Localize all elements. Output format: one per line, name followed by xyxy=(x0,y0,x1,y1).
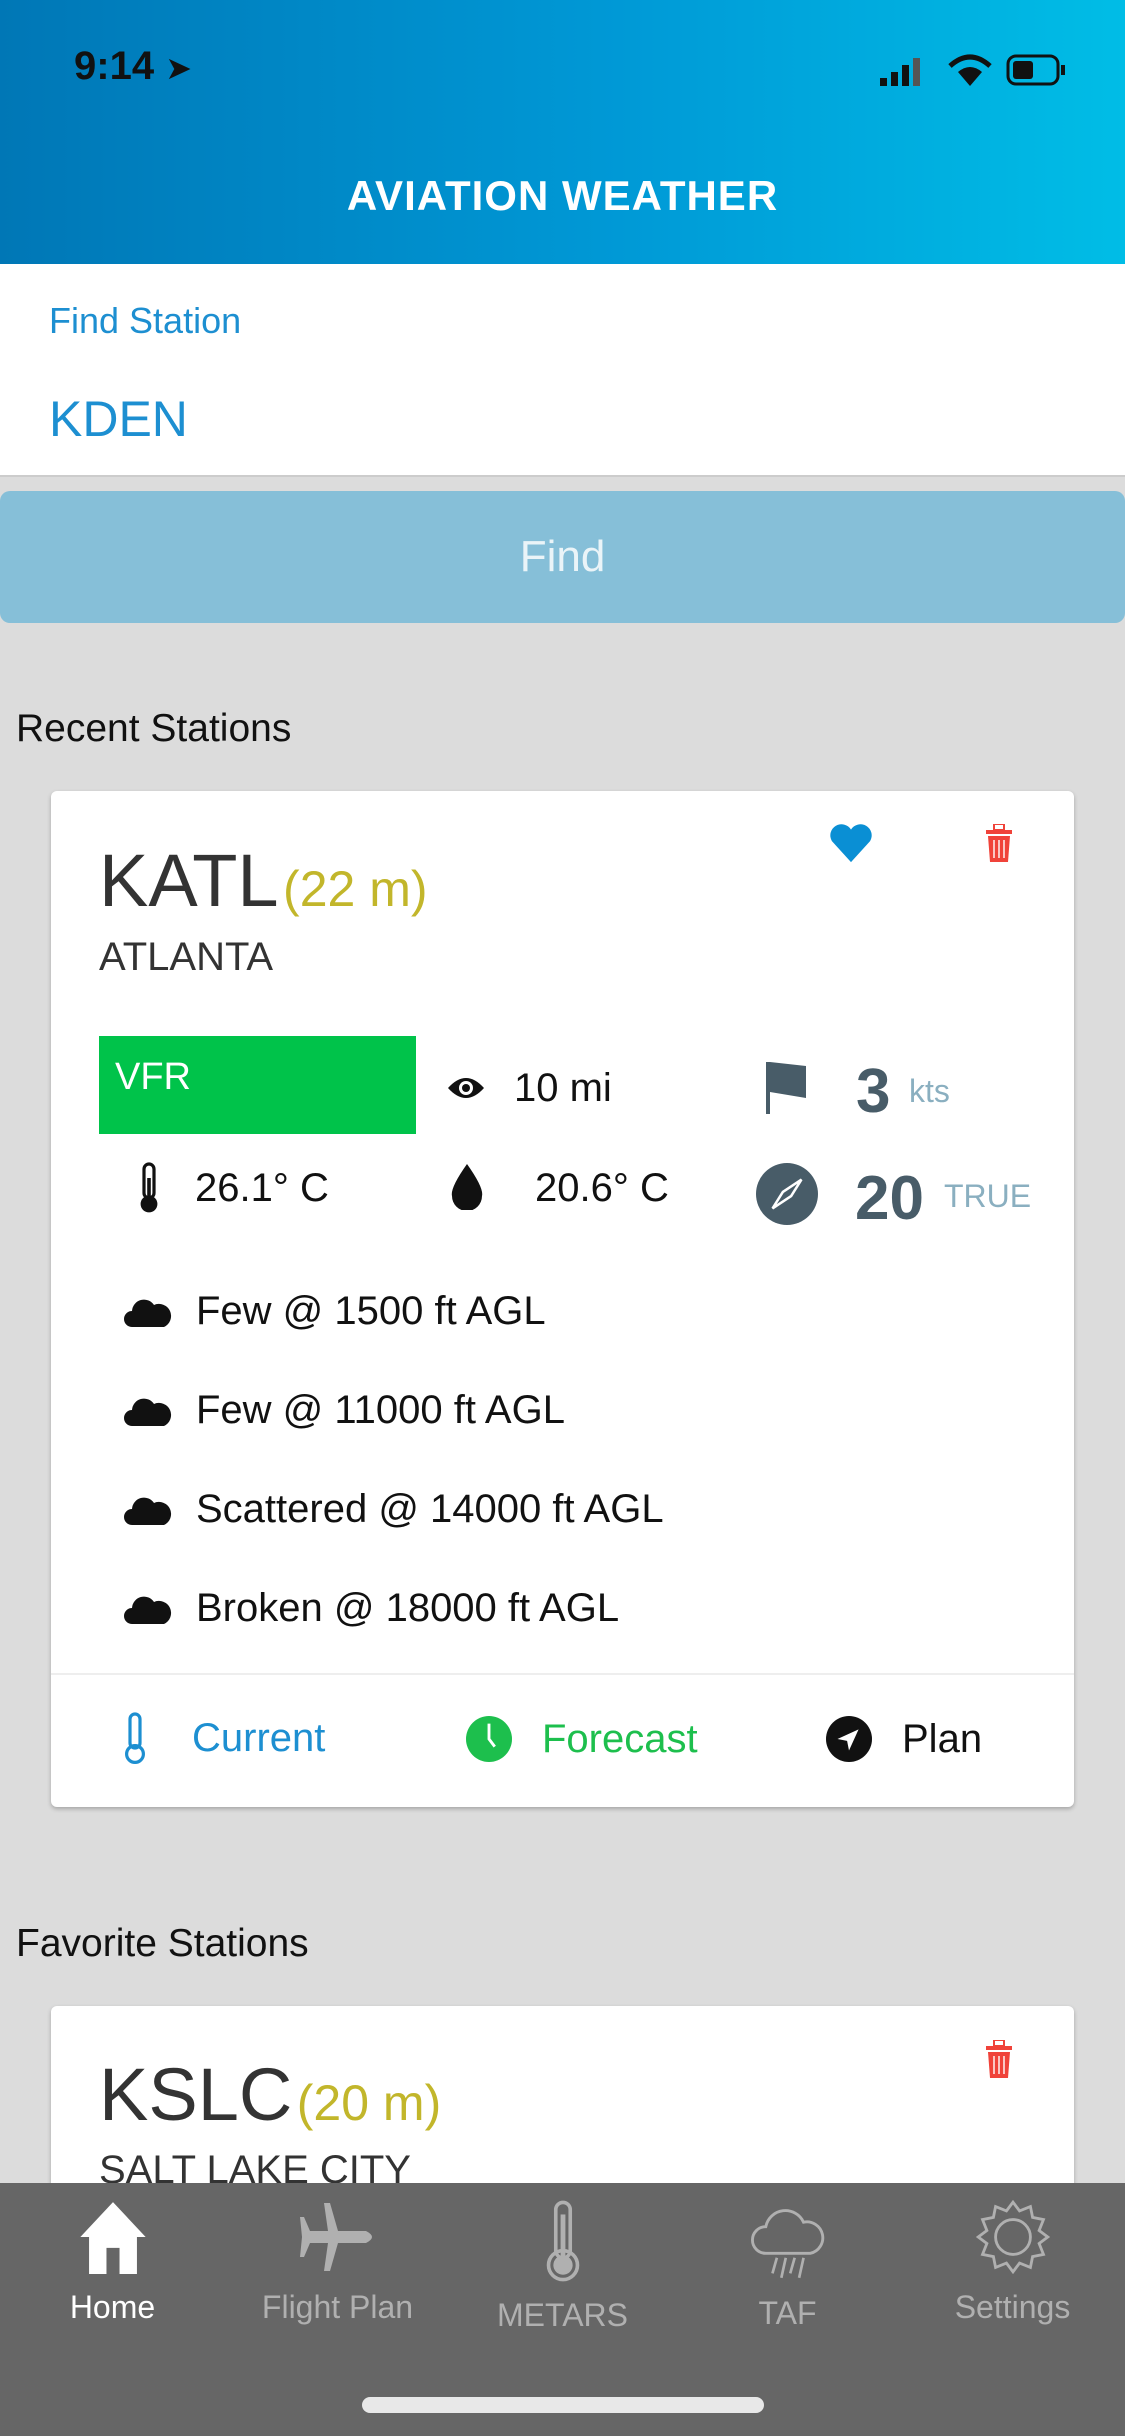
find-station-label: Find Station xyxy=(49,300,242,341)
plan-button[interactable]: Plan xyxy=(826,1716,982,1762)
recent-stations-heading: Recent Stations xyxy=(16,707,292,750)
dewpoint-value: 20.6° C xyxy=(535,1166,669,1210)
station-input[interactable] xyxy=(49,390,1049,448)
home-indicator xyxy=(362,2397,764,2413)
wind-speed: 3 xyxy=(856,1057,891,1126)
tab-taf[interactable]: TAF xyxy=(675,2200,900,2332)
compass-icon xyxy=(756,1163,818,1225)
cloud-icon xyxy=(124,1299,172,1327)
cloud-icon xyxy=(124,1497,172,1525)
temperature-value: 26.1° C xyxy=(195,1166,329,1210)
find-button[interactable]: Find xyxy=(0,491,1125,623)
page-title: AVIATION WEATHER xyxy=(346,172,779,219)
card-divider xyxy=(51,1673,1074,1675)
wind-reference: TRUE xyxy=(944,1178,1032,1214)
station-distance: (20 m) xyxy=(296,2075,442,2131)
cloud-layer: Broken @ 18000 ft AGL xyxy=(124,1559,664,1658)
station-title: KATL (22 m) xyxy=(99,838,428,923)
rain-cloud-icon xyxy=(750,2209,824,2279)
tab-home[interactable]: Home xyxy=(0,2200,225,2326)
status-time: 9:14 ➤ xyxy=(74,44,192,88)
tab-metars[interactable]: METARS xyxy=(450,2200,675,2334)
favorite-stations-heading: Favorite Stations xyxy=(16,1922,309,1965)
heart-icon[interactable] xyxy=(828,822,874,864)
gear-icon xyxy=(975,2199,1050,2275)
wind-unit: kts xyxy=(909,1073,950,1109)
eye-icon xyxy=(448,1078,484,1098)
thermometer-icon xyxy=(546,2200,579,2282)
thermometer-icon xyxy=(140,1162,158,1213)
home-icon xyxy=(79,2202,146,2274)
visibility-value: 10 mi xyxy=(514,1066,612,1110)
cloud-layer: Scattered @ 14000 ft AGL xyxy=(124,1460,664,1559)
trash-icon[interactable] xyxy=(986,2040,1012,2078)
station-code: KATL xyxy=(99,839,279,922)
cloud-layer: Few @ 1500 ft AGL xyxy=(124,1262,664,1361)
tab-flight-plan[interactable]: Flight Plan xyxy=(225,2200,450,2326)
cloud-icon xyxy=(124,1596,172,1624)
station-city: ATLANTA xyxy=(99,935,274,979)
app-header xyxy=(0,0,1125,264)
cloud-layer: Few @ 11000 ft AGL xyxy=(124,1361,664,1460)
trash-icon[interactable] xyxy=(986,824,1012,862)
current-button[interactable]: Current xyxy=(122,1712,325,1764)
tab-settings[interactable]: Settings xyxy=(900,2199,1125,2326)
airplane-icon xyxy=(299,2203,372,2271)
cloud-layers: Few @ 1500 ft AGL Few @ 11000 ft AGL Sca… xyxy=(124,1262,664,1658)
navigation-arrow-icon xyxy=(826,1716,872,1762)
flight-category-badge: VFR xyxy=(99,1036,416,1134)
clock-icon xyxy=(466,1716,512,1762)
signal-wifi-battery-icon xyxy=(880,54,1065,86)
dewpoint-drop-icon xyxy=(451,1164,483,1210)
thermometer-icon xyxy=(125,1712,145,1764)
station-code: KSLC xyxy=(99,2053,293,2136)
forecast-button[interactable]: Forecast xyxy=(466,1716,698,1762)
station-title: KSLC (20 m) xyxy=(99,2052,441,2137)
station-distance: (22 m) xyxy=(283,861,428,917)
wind-direction: 20 xyxy=(855,1164,924,1233)
cloud-icon xyxy=(124,1398,172,1426)
flag-icon xyxy=(766,1062,806,1114)
status-icons xyxy=(878,50,1078,95)
